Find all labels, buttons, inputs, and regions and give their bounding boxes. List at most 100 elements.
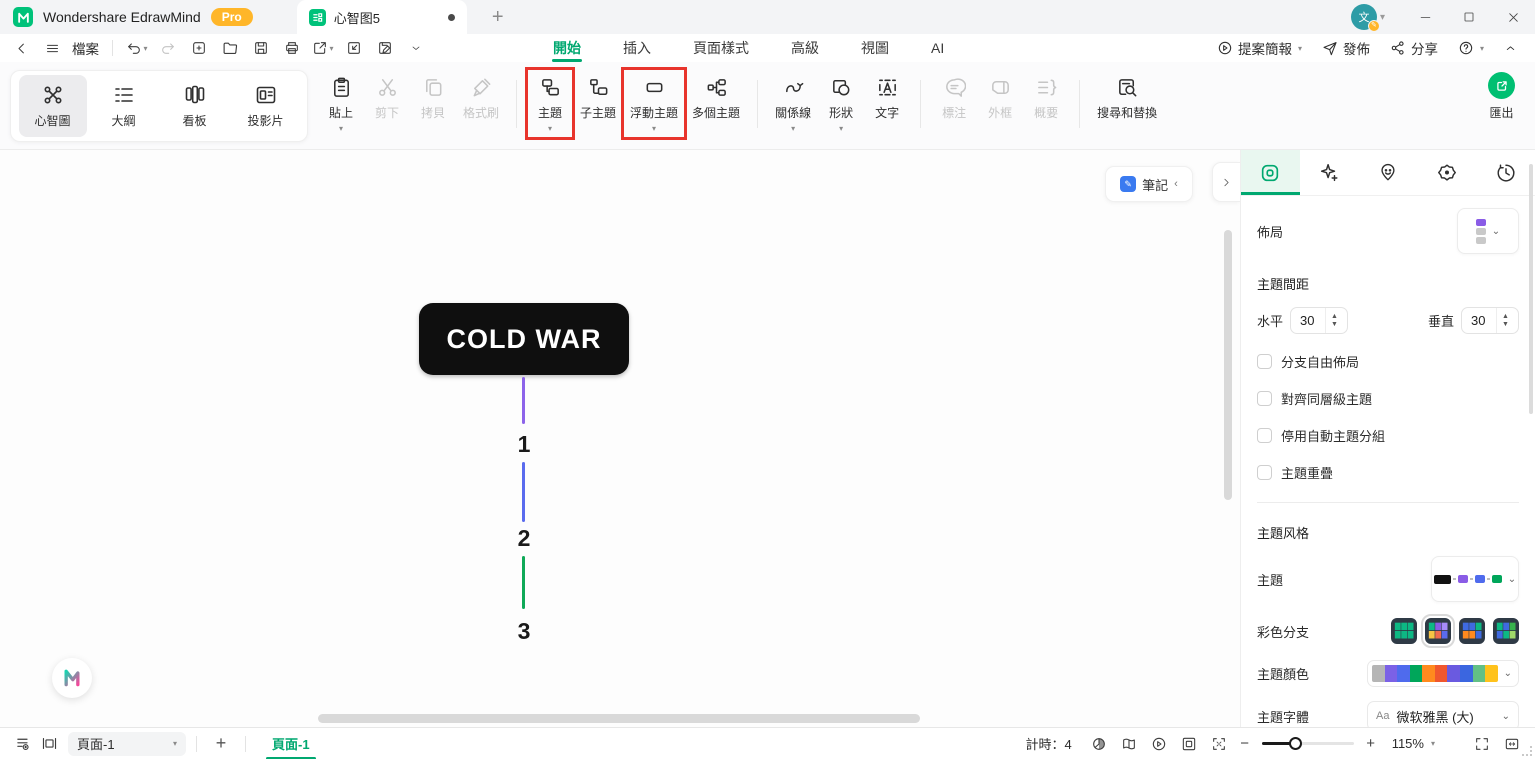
minimize-button[interactable] bbox=[1403, 0, 1447, 34]
view-mode-slides[interactable]: 投影片 bbox=[232, 75, 300, 137]
export-quick-button[interactable]: ▾ bbox=[310, 36, 336, 60]
tab-stickers[interactable] bbox=[1359, 150, 1418, 195]
checkbox-icon[interactable] bbox=[1257, 391, 1272, 406]
new-document-button[interactable] bbox=[186, 36, 212, 60]
publish-button[interactable]: 發佈 bbox=[1314, 36, 1378, 60]
checkbox-topic-overlap[interactable]: 主題重疊 bbox=[1257, 463, 1519, 482]
play-presentation-icon[interactable] bbox=[1146, 732, 1172, 756]
horizontal-scrollbar[interactable] bbox=[318, 714, 920, 723]
new-tab-button[interactable]: + bbox=[485, 6, 511, 29]
page-selector-dropdown[interactable]: 頁面-1 ▾ bbox=[68, 731, 186, 756]
tab-history[interactable] bbox=[1476, 150, 1535, 195]
checkbox-align-same-level[interactable]: 對齊同層級主題 bbox=[1257, 389, 1519, 408]
branch-color-option-2[interactable] bbox=[1421, 614, 1455, 648]
pie-progress-icon[interactable] bbox=[1086, 732, 1112, 756]
tab-themes[interactable] bbox=[1417, 150, 1476, 195]
zoom-slider[interactable] bbox=[1261, 737, 1354, 750]
canvas[interactable]: ✎ 筆記 ‹ COLD WAR 1 2 3 bbox=[0, 150, 1240, 727]
vertical-scrollbar[interactable] bbox=[1224, 230, 1232, 500]
tab-topic-style[interactable] bbox=[1241, 150, 1300, 195]
menu-page-style[interactable]: 頁面樣式 bbox=[672, 34, 770, 62]
find-replace-button[interactable]: 搜尋和替換 bbox=[1090, 72, 1164, 121]
account-menu[interactable]: 文 ✎ ▾ bbox=[1350, 4, 1385, 32]
horizontal-spacing-stepper[interactable]: ▲▼ bbox=[1290, 307, 1349, 334]
menu-view[interactable]: 視圖 bbox=[840, 34, 910, 62]
stepper-arrows-icon[interactable]: ▲ ▼ bbox=[1325, 308, 1343, 333]
checkbox-free-branch-layout[interactable]: 分支自由佈局 bbox=[1257, 352, 1519, 371]
help-button[interactable]: ▾ bbox=[1450, 38, 1492, 58]
presentation-button[interactable]: 提案簡報 ▾ bbox=[1209, 36, 1310, 60]
document-tab[interactable]: 心智图5 bbox=[296, 0, 467, 34]
checkbox-icon[interactable] bbox=[1257, 354, 1272, 369]
relationship-button[interactable]: 關係線 ▾ bbox=[768, 72, 818, 133]
outline-panel-icon[interactable] bbox=[10, 732, 36, 756]
subtopic-button[interactable]: 子主題 bbox=[573, 72, 623, 121]
map-view-icon[interactable] bbox=[1116, 732, 1142, 756]
stepper-arrows-icon[interactable]: ▲ ▼ bbox=[1496, 308, 1514, 333]
checkbox-icon[interactable] bbox=[1257, 465, 1272, 480]
close-button[interactable] bbox=[1491, 0, 1535, 34]
layout-dropdown[interactable]: ⌄ bbox=[1457, 208, 1519, 254]
summary-button[interactable]: 概要 bbox=[1023, 72, 1069, 121]
tab-ai-effects[interactable] bbox=[1300, 150, 1359, 195]
shape-button[interactable]: 形狀 ▾ bbox=[818, 72, 864, 133]
page-frame-icon[interactable] bbox=[36, 732, 62, 756]
edrawmind-logo-badge[interactable] bbox=[52, 658, 92, 698]
multiple-topics-button[interactable]: 多個主題 bbox=[685, 72, 747, 121]
redo-button[interactable] bbox=[155, 36, 181, 60]
copy-button[interactable]: 拷貝 bbox=[410, 72, 456, 121]
branch-topic-2[interactable]: 2 bbox=[504, 525, 544, 552]
view-mode-mindmap[interactable]: 心智圖 bbox=[18, 75, 87, 137]
fullscreen-icon[interactable] bbox=[1469, 732, 1495, 756]
cut-button[interactable]: 剪下 bbox=[364, 72, 410, 121]
branch-topic-3[interactable]: 3 bbox=[504, 618, 544, 645]
menu-home[interactable]: 開始 bbox=[532, 34, 602, 62]
menu-insert[interactable]: 插入 bbox=[602, 34, 672, 62]
zoom-slider-thumb[interactable] bbox=[1288, 737, 1302, 750]
callout-button[interactable]: 標注 bbox=[931, 72, 977, 121]
hamburger-menu-icon[interactable] bbox=[39, 36, 65, 60]
vertical-spacing-input[interactable] bbox=[1462, 313, 1496, 328]
add-page-button[interactable]: + bbox=[207, 733, 235, 754]
text-button[interactable]: 文字 bbox=[864, 72, 910, 121]
zoom-out-button[interactable]: − bbox=[1236, 735, 1254, 752]
branch-color-option-3[interactable] bbox=[1459, 618, 1485, 644]
menu-ai[interactable]: AI bbox=[910, 34, 965, 62]
expand-view-icon[interactable] bbox=[1206, 732, 1232, 756]
share-button[interactable]: 分享 bbox=[1382, 36, 1446, 60]
vertical-spacing-stepper[interactable]: ▲▼ bbox=[1461, 307, 1519, 334]
theme-font-dropdown[interactable]: Aa 微软雅黑 (大) ⌄ bbox=[1367, 701, 1519, 727]
topic-button[interactable]: 主題 ▾ bbox=[525, 67, 576, 140]
save-button[interactable] bbox=[248, 36, 274, 60]
collapse-ribbon-button[interactable] bbox=[1496, 40, 1525, 57]
resize-grip[interactable] bbox=[1522, 746, 1532, 756]
menu-advanced[interactable]: 高級 bbox=[770, 34, 840, 62]
page-tab-1[interactable]: 頁面-1 bbox=[256, 728, 326, 759]
checkbox-disable-auto-grouping[interactable]: 停用自動主題分組 bbox=[1257, 426, 1519, 445]
horizontal-spacing-input[interactable] bbox=[1291, 313, 1326, 328]
panel-collapse-button[interactable] bbox=[1212, 162, 1240, 202]
import-button[interactable] bbox=[341, 36, 367, 60]
view-mode-outline[interactable]: 大綱 bbox=[90, 75, 158, 137]
theme-colors-dropdown[interactable]: ⌄ bbox=[1367, 660, 1519, 687]
branch-color-option-1[interactable] bbox=[1391, 618, 1417, 644]
export-button[interactable]: 匯出 bbox=[1488, 72, 1515, 121]
floating-topic-button[interactable]: 浮動主題 ▾ bbox=[621, 67, 688, 140]
outer-frame-button[interactable]: 外框 bbox=[977, 72, 1023, 121]
notes-button[interactable]: ✎ 筆記 ‹ bbox=[1105, 166, 1193, 202]
back-button[interactable] bbox=[8, 36, 34, 60]
format-painter-button[interactable]: 格式刷 bbox=[456, 72, 506, 121]
branch-topic-1[interactable]: 1 bbox=[504, 431, 544, 458]
paste-button[interactable]: 貼上 ▾ bbox=[318, 72, 364, 133]
checkbox-icon[interactable] bbox=[1257, 428, 1272, 443]
view-mode-kanban[interactable]: 看板 bbox=[161, 75, 229, 137]
undo-button[interactable]: ▾ bbox=[124, 36, 150, 60]
panel-scrollbar[interactable] bbox=[1529, 164, 1533, 414]
root-topic-node[interactable]: COLD WAR bbox=[419, 303, 629, 375]
theme-dropdown[interactable]: ⌄ bbox=[1431, 556, 1519, 602]
print-button[interactable] bbox=[279, 36, 305, 60]
zoom-in-button[interactable]: + bbox=[1362, 735, 1380, 752]
fit-frame-icon[interactable] bbox=[1176, 732, 1202, 756]
branch-color-option-4[interactable] bbox=[1493, 618, 1519, 644]
maximize-button[interactable] bbox=[1447, 0, 1491, 34]
